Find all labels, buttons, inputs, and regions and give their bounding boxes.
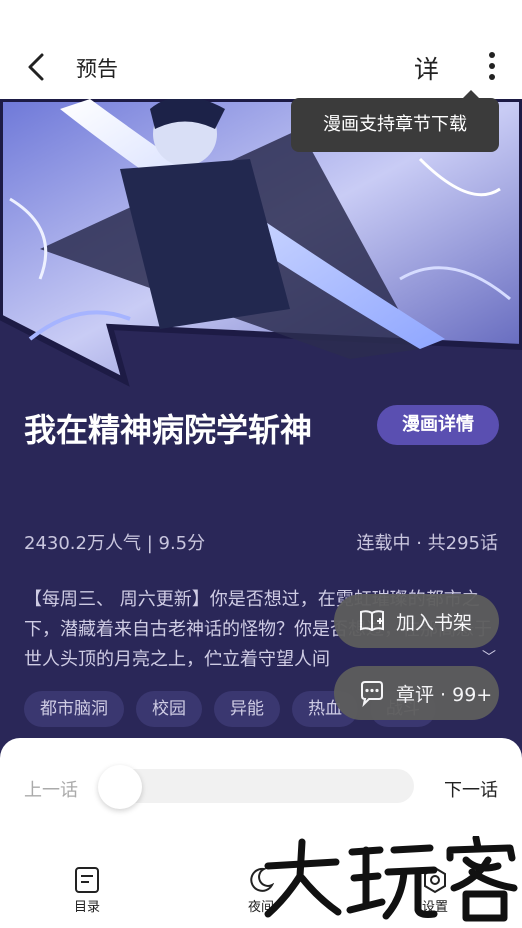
chapter-comment-label: 章评 · 99+ [396,683,493,706]
serial-status: 连载中 · 共295话 [356,533,498,554]
download-tooltip: 漫画支持章节下载 [291,98,499,152]
chapter-comment-button[interactable]: 章评 · 99+ [334,666,499,720]
nav-catalog[interactable]: 目录 [57,866,117,915]
expand-chevron-icon[interactable]: ﹀ [482,647,496,667]
more-vertical-icon[interactable] [482,50,502,82]
detail-button[interactable]: 详 [414,50,439,86]
watermark-logo [264,836,518,922]
popularity-rating: 2430.2万人气 | 9.5分 [24,533,206,554]
prev-chapter-button[interactable]: 上一话 [24,776,78,802]
bookshelf-add-icon [360,610,384,632]
add-to-shelf-button[interactable]: 加入书架 [334,594,499,648]
tag-item[interactable]: 都市脑洞 [24,691,124,727]
slider-thumb[interactable] [98,765,142,809]
comic-title: 我在精神病院学斩神 [24,411,313,449]
nav-catalog-label: 目录 [73,900,100,915]
page-title: 预告 [76,57,118,81]
top-bar: 预告 详 [0,0,522,99]
comic-detail-button[interactable]: 漫画详情 [377,405,499,445]
tag-item[interactable]: 异能 [214,691,280,727]
comment-bubble-icon [361,681,383,707]
add-to-shelf-label: 加入书架 [396,611,473,634]
next-chapter-button[interactable]: 下一话 [444,776,498,802]
tag-item[interactable]: 校园 [136,691,202,727]
chapter-progress-slider[interactable] [100,769,414,803]
comic-info-panel: 我在精神病院学斩神 漫画详情 2430.2万人气 | 9.5分 连载中 · 共2… [0,99,522,759]
list-icon [75,867,99,893]
back-arrow-icon[interactable] [24,52,50,82]
